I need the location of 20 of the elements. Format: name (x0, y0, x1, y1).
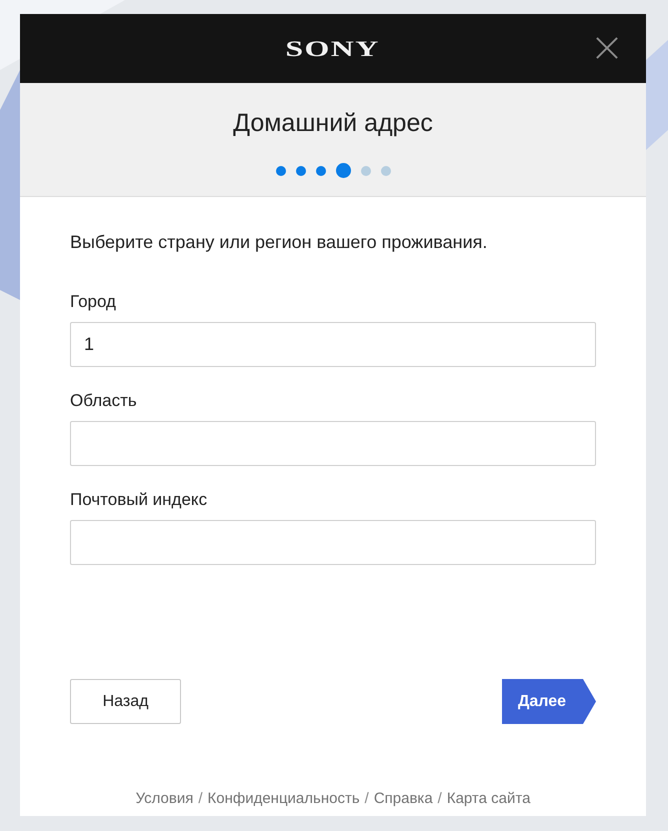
next-button[interactable]: Далее (502, 679, 596, 724)
field-label: Почтовый индекс (70, 489, 208, 511)
back-button[interactable]: Назад (70, 679, 181, 724)
separator-text: / (438, 789, 442, 808)
footer-link[interactable]: Конфиденциальность (208, 789, 360, 808)
page-title: Домашний адрес (233, 108, 433, 139)
footer-link[interactable]: Условия (136, 789, 194, 808)
close-icon (596, 37, 618, 59)
input-field[interactable]: 1 (70, 322, 596, 367)
sony-logo: SONY (286, 36, 380, 60)
close-button[interactable] (596, 37, 618, 59)
input-field[interactable] (70, 421, 596, 466)
input-field[interactable] (70, 520, 596, 565)
footer-link[interactable]: Справка (374, 789, 433, 808)
separator-text: / (364, 789, 369, 808)
footer-link[interactable]: Карта сайта (446, 789, 530, 808)
separator-text: / (198, 789, 202, 808)
field-label: Область (70, 390, 138, 412)
intro-text: Выберите страну или регион вашего проживания. (70, 231, 488, 254)
field-label: Город (70, 291, 117, 313)
